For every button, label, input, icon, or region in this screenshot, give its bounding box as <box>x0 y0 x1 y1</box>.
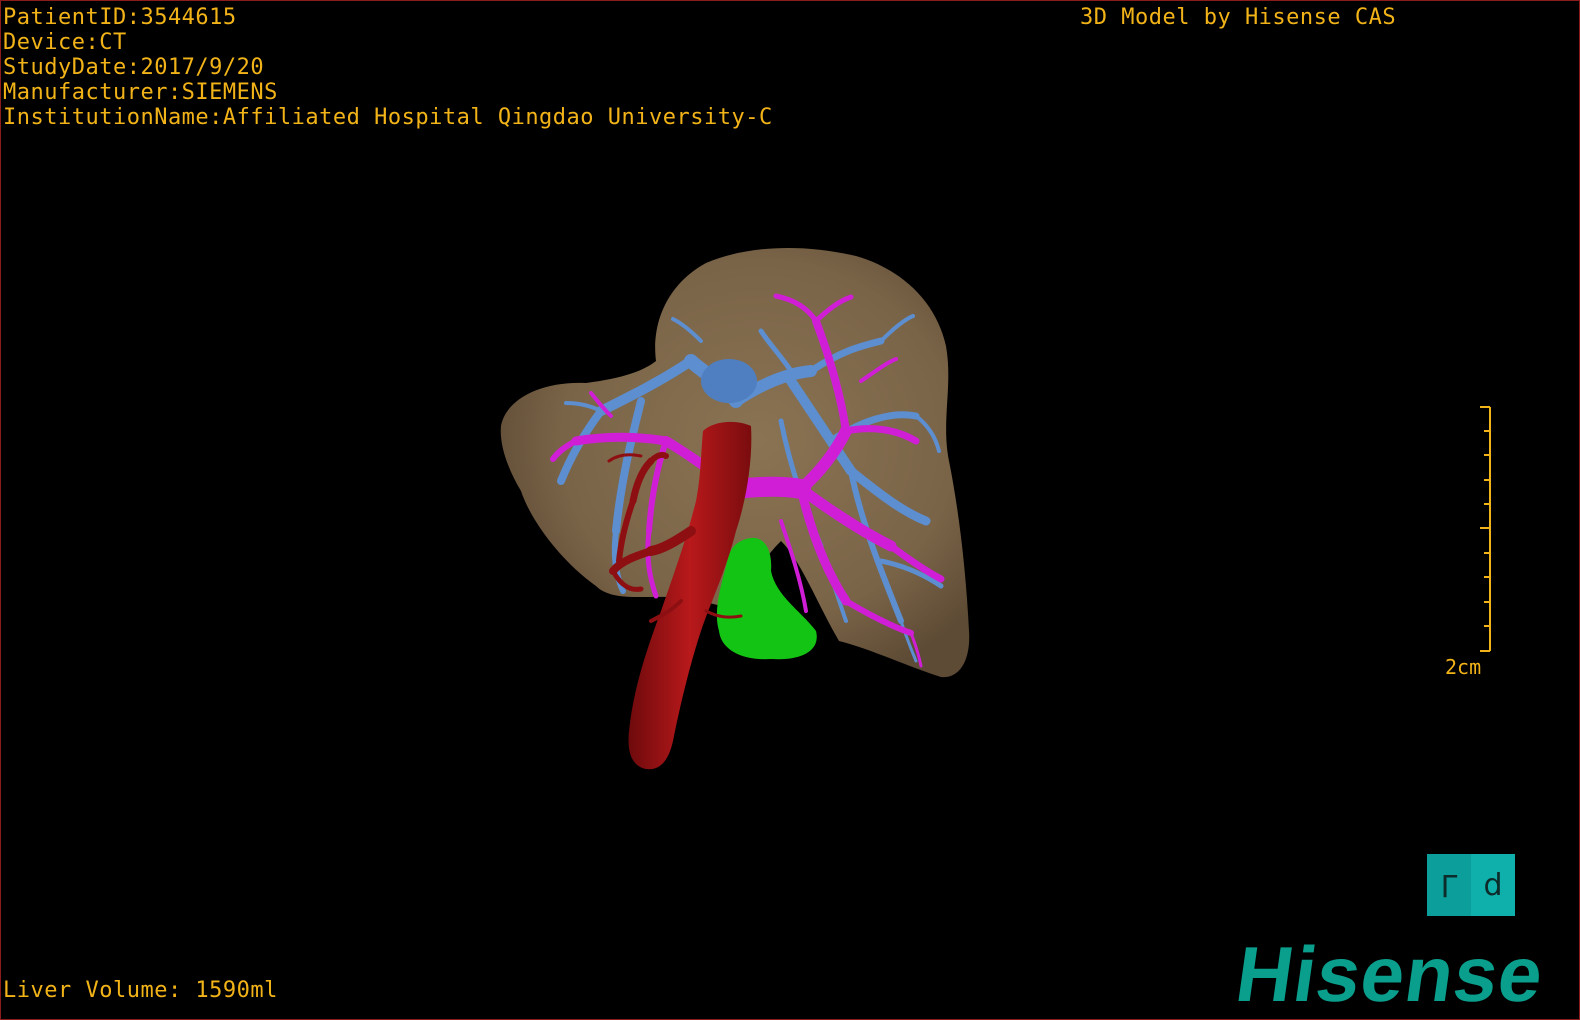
device-text: Device:CT <box>3 30 127 55</box>
orientation-face-right[interactable]: d <box>1471 854 1515 916</box>
study-date-text: StudyDate:2017/9/20 <box>3 55 265 80</box>
patient-info-overlay: PatientID:3544615 Device:CT StudyDate:20… <box>3 5 773 130</box>
hepatic-vein-confluence <box>701 359 757 403</box>
orientation-face-left[interactable]: L <box>1427 854 1471 916</box>
model-credit-text: 3D Model by Hisense CAS <box>1080 5 1397 30</box>
liver-volume-text: Liver Volume: 1590ml <box>3 978 278 1003</box>
patient-id-text: PatientID:3544615 <box>3 5 237 30</box>
orientation-cube[interactable]: L d <box>1427 854 1515 916</box>
liver-3d-model[interactable] <box>1 1 1579 1019</box>
3d-viewport[interactable]: PatientID:3544615 Device:CT StudyDate:20… <box>0 0 1580 1020</box>
manufacturer-text: Manufacturer:SIEMENS <box>3 80 278 105</box>
scale-label: 2cm <box>1445 655 1482 679</box>
hisense-logo: Hisense <box>1230 930 1550 1018</box>
scale-bar <box>1480 406 1491 652</box>
institution-text: InstitutionName:Affiliated Hospital Qing… <box>3 105 773 130</box>
